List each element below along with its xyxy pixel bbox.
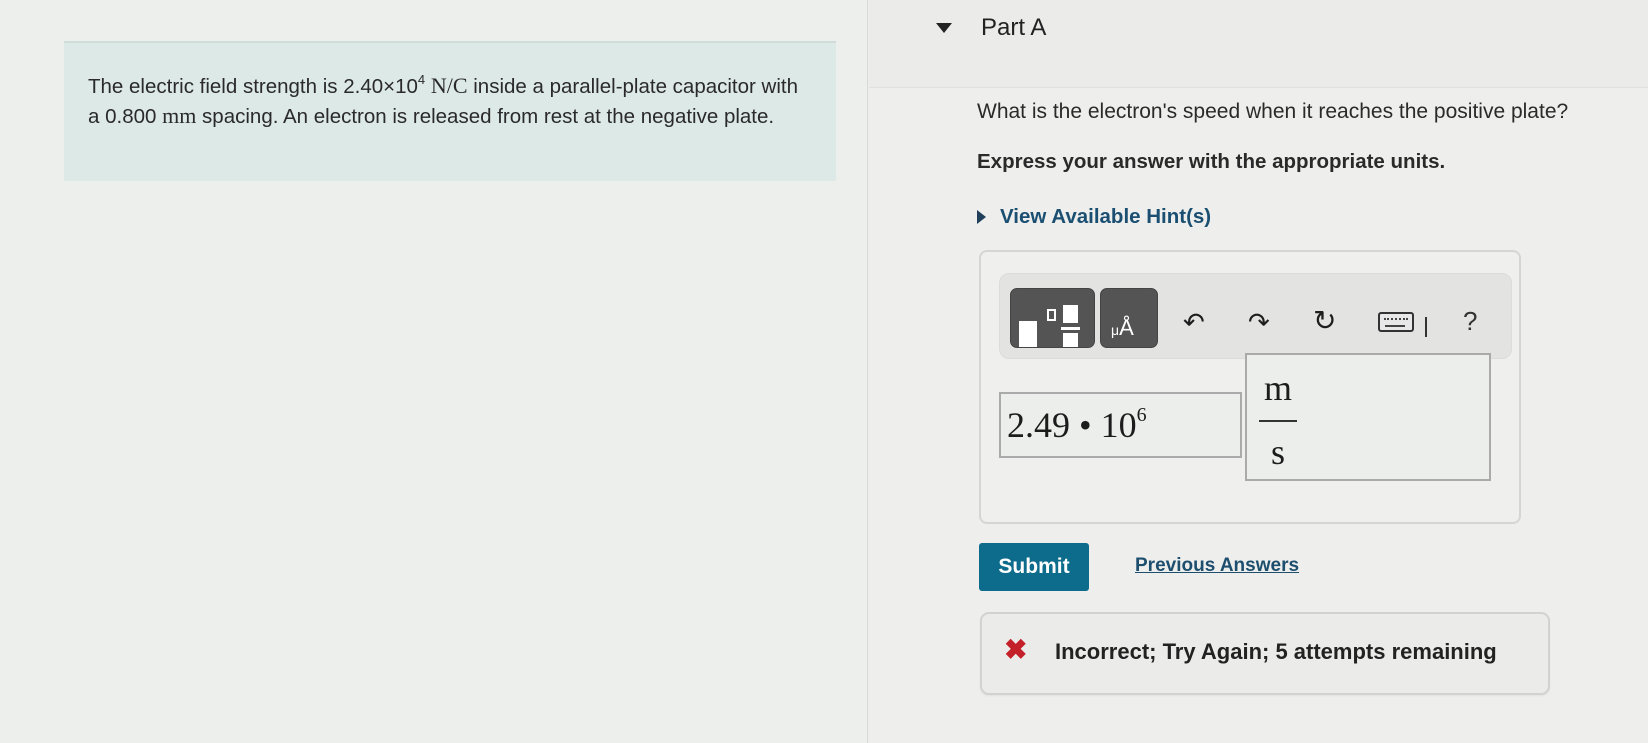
fraction-bar	[1259, 420, 1297, 422]
math-toolbar: μÅ ↶ ↷ ↻ ?	[999, 273, 1512, 359]
submit-button[interactable]: Submit	[979, 543, 1089, 591]
answer-unit-input[interactable]: m s	[1245, 353, 1491, 481]
instruction-text: Express your answer with the appropriate…	[977, 150, 1446, 173]
undo-icon[interactable]: ↶	[1183, 309, 1205, 335]
part-a-panel: Part A What is the electron's speed when…	[869, 0, 1648, 743]
view-hints-label: View Available Hint(s)	[1000, 205, 1212, 228]
units-angstrom-icon: μÅ	[1111, 317, 1134, 339]
view-hints-toggle[interactable]: View Available Hint(s)	[977, 205, 1211, 229]
keyboard-icon[interactable]	[1378, 312, 1414, 332]
part-title: Part A	[981, 14, 1047, 41]
feedback-banner: ✖ Incorrect; Try Again; 5 attempts remai…	[980, 612, 1550, 695]
keyboard-glyph	[1378, 312, 1414, 332]
unit-denominator: s	[1270, 432, 1285, 472]
field-value-exponent: 4	[417, 72, 426, 87]
units-prefix-glyph: μ	[1111, 322, 1120, 338]
field-value: 2.40×104	[343, 72, 426, 98]
unit-numerator: m	[1263, 368, 1292, 408]
previous-answers-link[interactable]: Previous Answers	[1135, 555, 1299, 577]
collapse-caret-icon[interactable]	[936, 23, 952, 33]
page: The electric field strength is 2.40×104 …	[0, 0, 1648, 743]
problem-statement: The electric field strength is 2.40×104 …	[64, 41, 836, 181]
help-icon[interactable]: ?	[1463, 308, 1477, 334]
units-button[interactable]: μÅ	[1100, 288, 1158, 348]
answer-mantissa: 2.49 • 10	[1007, 405, 1137, 445]
field-unit: N/C	[430, 73, 468, 98]
redo-icon[interactable]: ↷	[1248, 309, 1270, 335]
feedback-message: Incorrect; Try Again; 5 attempts remaini…	[1055, 639, 1497, 664]
problem-text-intro: The electric field strength is	[88, 75, 344, 98]
expand-caret-icon	[977, 210, 986, 224]
question-text: What is the electron's speed when it rea…	[977, 100, 1569, 123]
angstrom-glyph: Å	[1119, 315, 1134, 340]
problem-text-end: spacing. An electron is released from re…	[196, 105, 775, 128]
templates-button[interactable]	[1010, 288, 1095, 348]
answer-card: μÅ ↶ ↷ ↻ ? 2.49 • 106 m s	[979, 250, 1521, 524]
answer-exponent: 6	[1136, 404, 1147, 426]
field-value-mantissa: 2.40×10	[343, 75, 418, 98]
spacing-unit: mm	[162, 103, 197, 128]
answer-value-input[interactable]: 2.49 • 106	[999, 392, 1242, 458]
toolbar-divider	[1425, 317, 1427, 337]
problem-panel: The electric field strength is 2.40×104 …	[0, 0, 868, 743]
incorrect-x-icon: ✖	[1004, 634, 1028, 665]
spacing-value: 0.800	[105, 105, 157, 128]
reset-icon[interactable]: ↻	[1313, 307, 1336, 335]
part-header[interactable]: Part A	[869, 0, 1648, 88]
